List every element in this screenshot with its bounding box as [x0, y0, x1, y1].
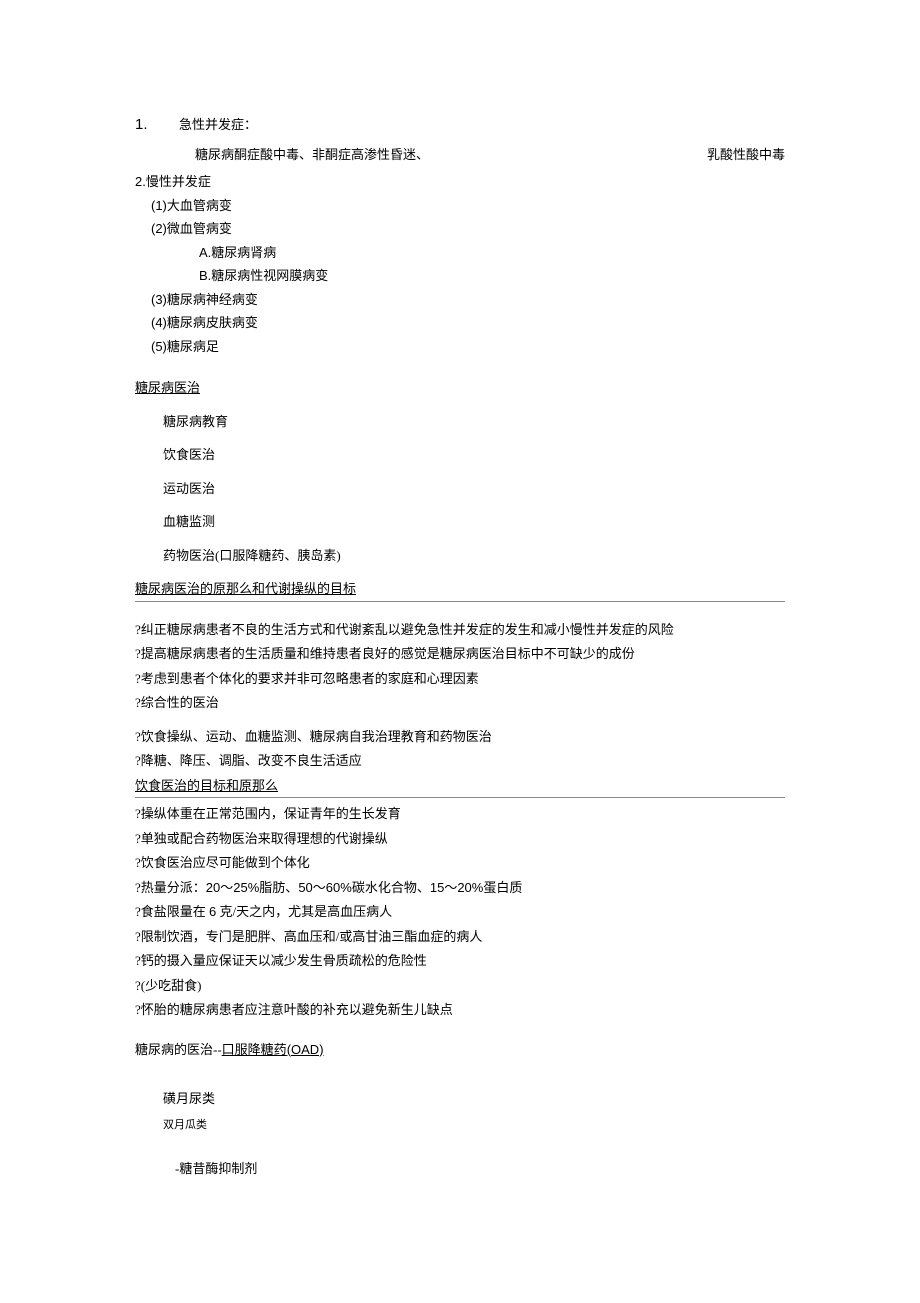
- principle-3: ?考虑到患者个体化的要求并非可忽略患者的家庭和心理因素: [135, 669, 785, 689]
- treatment-item-diet: 饮食医治: [135, 445, 785, 465]
- chronic-item-2: 微血管病变: [167, 221, 232, 236]
- section-1-title: 急性并发症：: [179, 115, 257, 135]
- diet-rule-5: ?食盐限量在 6 克/天之内，尤其是高血压病人: [135, 902, 785, 922]
- principles-heading: 糖尿病医治的原那么和代谢操纵的目标: [135, 579, 785, 599]
- treatment-item-monitoring: 血糖监测: [135, 512, 785, 532]
- principle-2: ?提高糖尿病患者的生活质量和维持患者良好的感觉是糖尿病医治目标中不可缺少的成份: [135, 644, 785, 664]
- principle-1: ?纠正糖尿病患者不良的生活方式和代谢紊乱以避免急性并发症的发生和减小慢性并发症的…: [135, 620, 785, 640]
- oad-class-sulfonylurea: 磺月尿类: [135, 1089, 785, 1109]
- acute-complications-right: 乳酸性酸中毒: [707, 145, 785, 165]
- oad-class-glucosidase-inhibitor: -糖昔酶抑制剂: [135, 1159, 785, 1179]
- principle-6: ?降糖、降压、调脂、改变不良生活适应: [135, 751, 785, 771]
- oad-heading-link: 口服降糖药(OAD): [222, 1042, 324, 1057]
- chronic-item-1: 大血管病变: [167, 198, 232, 213]
- diet-rule-4: ?热量分派：20～25%脂肪、50～60%碳水化合物、15～20%蛋白质: [135, 878, 785, 898]
- oad-heading-prefix: 糖尿病的医治--: [135, 1042, 222, 1057]
- diet-rule-8: ?(少吃甜食): [135, 976, 785, 996]
- chronic-item-3: 糖尿病神经病变: [167, 292, 258, 307]
- treatment-heading: 糖尿病医治: [135, 378, 785, 398]
- principle-4: ?综合性的医治: [135, 693, 785, 713]
- section-2-number: 2.: [135, 174, 146, 189]
- treatment-item-education: 糖尿病教育: [135, 412, 785, 432]
- chronic-item-2a: 糖尿病肾病: [211, 245, 276, 260]
- divider-2: [135, 797, 785, 798]
- divider-1: [135, 601, 785, 602]
- chronic-item-5: 糖尿病足: [167, 339, 219, 354]
- principle-5: ?饮食操纵、运动、血糖监测、糖尿病自我治理教育和药物医治: [135, 727, 785, 747]
- treatment-item-exercise: 运动医治: [135, 479, 785, 499]
- treatment-item-medication: 药物医治(口服降糖药、胰岛素): [135, 546, 785, 566]
- diet-rule-3: ?饮食医治应尽可能做到个体化: [135, 853, 785, 873]
- diet-rule-1: ?操纵体重在正常范围内，保证青年的生长发育: [135, 804, 785, 824]
- diet-rule-9: ?怀胎的糖尿病患者应注意叶酸的补充以避免新生儿缺点: [135, 1000, 785, 1020]
- diet-heading: 饮食医治的目标和原那么: [135, 776, 785, 796]
- chronic-item-4: 糖尿病皮肤病变: [167, 315, 258, 330]
- diet-rule-6: ?限制饮酒，专门是肥胖、高血压和/或高甘油三酯血症的病人: [135, 927, 785, 947]
- chronic-item-2b: 糖尿病性视网膜病变: [211, 268, 328, 283]
- section-2-title: 慢性并发症: [146, 174, 211, 189]
- oad-class-biguanide: 双月瓜类: [135, 1117, 785, 1134]
- acute-complications-left: 糖尿病酮症酸中毒、非酮症高渗性昏迷、: [195, 145, 429, 165]
- section-1-number: 1.: [135, 114, 179, 137]
- diet-rule-7: ?钙的摄入量应保证天以减少发生骨质疏松的危险性: [135, 951, 785, 971]
- diet-rule-2: ?单独或配合药物医治来取得理想的代谢操纵: [135, 829, 785, 849]
